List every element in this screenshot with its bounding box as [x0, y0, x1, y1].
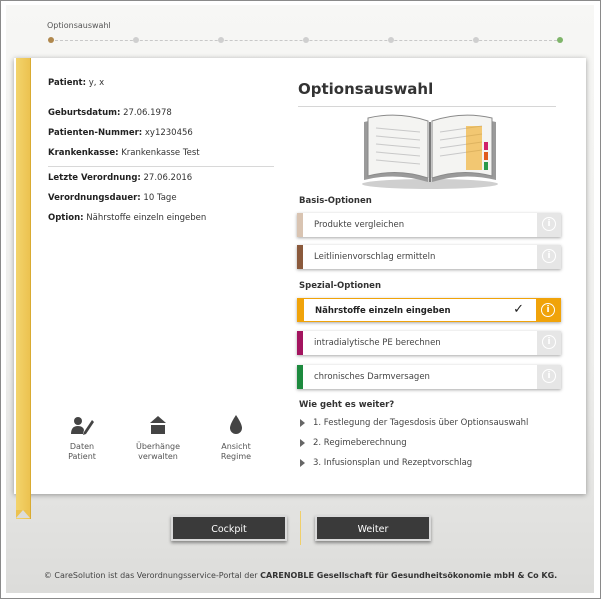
birthdate-value: 27.06.1978: [123, 108, 172, 118]
option-label: Produkte vergleichen: [314, 220, 405, 230]
page-title: Optionsauswahl: [298, 80, 434, 98]
info-button[interactable]: i: [537, 245, 561, 269]
option-label: Option:: [48, 213, 84, 223]
birthdate-label: Geburtsdatum:: [48, 108, 121, 118]
checkmark-icon: ✓: [513, 302, 524, 317]
triangle-right-icon: [300, 418, 305, 427]
progress-step-7[interactable]: [557, 37, 563, 43]
info-icon: i: [542, 335, 556, 349]
tool-patient-data-line2: Patient: [68, 452, 96, 461]
bookmark-ribbon: [16, 58, 31, 519]
option-color-bar: [297, 331, 303, 355]
patient-number-label: Patienten-Nummer:: [48, 128, 143, 138]
option-chronisches-darmversagen[interactable]: chronisches Darmversagen i: [297, 365, 561, 389]
progress-step-4[interactable]: [303, 37, 309, 43]
info-icon: i: [542, 217, 556, 231]
prescription-duration-label: Verordnungsdauer:: [48, 193, 141, 203]
option-label: chronisches Darmversagen: [314, 372, 430, 382]
patient-label: Patient:: [48, 78, 86, 88]
triangle-right-icon: [300, 438, 305, 447]
progress-title: Optionsauswahl: [47, 21, 111, 30]
info-button[interactable]: i: [537, 331, 561, 355]
next-step-text: 2. Regimeberechnung: [313, 438, 407, 448]
last-prescription-label: Letzte Verordnung:: [48, 173, 141, 183]
option-label: Leitlinienvorschlag ermitteln: [314, 252, 436, 262]
progress-step-6[interactable]: [473, 37, 479, 43]
title-divider: [298, 106, 556, 107]
option-value: Nährstoffe einzeln eingeben: [86, 213, 207, 223]
insurance-label: Krankenkasse:: [48, 148, 119, 158]
option-leitlinienvorschlag[interactable]: Leitlinienvorschlag ermitteln i: [297, 245, 561, 269]
progress-indicator: Optionsauswahl: [40, 20, 570, 50]
option-label: Nährstoffe einzeln eingeben: [315, 306, 451, 316]
option-intradialytische-pe[interactable]: intradialytische PE berechnen i: [297, 331, 561, 355]
info-button[interactable]: i: [537, 213, 561, 237]
info-icon: i: [542, 249, 556, 263]
cockpit-button[interactable]: Cockpit: [171, 515, 287, 541]
open-book-illustration: [362, 114, 498, 189]
option-row: Option: Nährstoffe einzeln eingeben: [48, 213, 206, 223]
tool-overhang-line2: verwalten: [138, 452, 178, 461]
edit-user-icon: [71, 417, 94, 435]
option-color-bar: [297, 365, 303, 389]
option-naehrstoffe-einzeln[interactable]: Nährstoffe einzeln eingeben ✓ i: [297, 298, 561, 322]
tool-view-regime[interactable]: Ansicht Regime: [206, 414, 266, 462]
insurance-value: Krankenkasse Test: [121, 148, 200, 158]
prescription-duration-value: 10 Tage: [143, 193, 177, 203]
progress-step-5[interactable]: [388, 37, 394, 43]
insurance-row: Krankenkasse: Krankenkasse Test: [48, 148, 200, 158]
next-step-2: 2. Regimeberechnung: [300, 438, 407, 448]
option-color-bar: [298, 299, 304, 321]
next-step-text: 3. Infusionsplan und Rezeptvorschlag: [313, 458, 473, 468]
option-color-bar: [297, 213, 303, 237]
option-label: intradialytische PE berechnen: [314, 338, 441, 348]
option-color-bar: [297, 245, 303, 269]
info-divider: [48, 166, 274, 167]
special-options-title: Spezial-Optionen: [299, 281, 382, 291]
button-divider: [300, 511, 301, 545]
birthdate-row: Geburtsdatum: 27.06.1978: [48, 108, 172, 118]
next-step-1: 1. Festlegung der Tagesdosis über Option…: [300, 418, 528, 428]
last-prescription-value: 27.06.2016: [143, 173, 193, 183]
last-prescription-row: Letzte Verordnung: 27.06.2016: [48, 173, 192, 183]
tool-view-regime-line1: Ansicht: [221, 442, 251, 451]
tool-overhang-manage[interactable]: Überhänge verwalten: [128, 414, 188, 462]
next-step-text: 1. Festlegung der Tagesdosis über Option…: [313, 418, 529, 428]
info-icon: i: [541, 303, 555, 317]
bookmark-ribbon-tail: [16, 510, 30, 518]
progress-step-1[interactable]: [48, 37, 54, 43]
stack-up-icon: [150, 416, 166, 434]
drop-icon: [230, 415, 242, 434]
tool-patient-data-line1: Daten: [69, 442, 95, 451]
footer-prefix: © CareSolution ist das Verordnungsservic…: [43, 571, 261, 580]
patient-value: y, x: [88, 78, 105, 88]
tool-view-regime-line2: Regime: [220, 452, 252, 461]
progress-step-3[interactable]: [218, 37, 224, 43]
patient-number-row: Patienten-Nummer: xy1230456: [48, 128, 193, 138]
triangle-right-icon: [300, 458, 305, 467]
prescription-duration-row: Verordnungsdauer: 10 Tage: [48, 193, 177, 203]
footer: © CareSolution ist das Verordnungsservic…: [0, 571, 601, 580]
patient-number-value: xy1230456: [144, 128, 193, 138]
basis-options-title: Basis-Optionen: [299, 196, 372, 206]
info-button[interactable]: i: [537, 365, 561, 389]
option-produkte-vergleichen[interactable]: Produkte vergleichen i: [297, 213, 561, 237]
info-button[interactable]: i: [536, 299, 560, 321]
progress-step-2[interactable]: [133, 37, 139, 43]
next-steps-title: Wie geht es weiter?: [299, 400, 395, 410]
weiter-button[interactable]: Weiter: [315, 515, 431, 541]
info-icon: i: [542, 369, 556, 383]
tool-patient-data[interactable]: Daten Patient: [52, 414, 112, 462]
next-step-3: 3. Infusionsplan und Rezeptvorschlag: [300, 458, 472, 468]
tool-overhang-line1: Überhänge: [135, 442, 181, 451]
footer-company: CARENOBLE Gesellschaft für Gesundheitsök…: [260, 571, 558, 580]
patient-row: Patient: y, x: [48, 78, 104, 88]
